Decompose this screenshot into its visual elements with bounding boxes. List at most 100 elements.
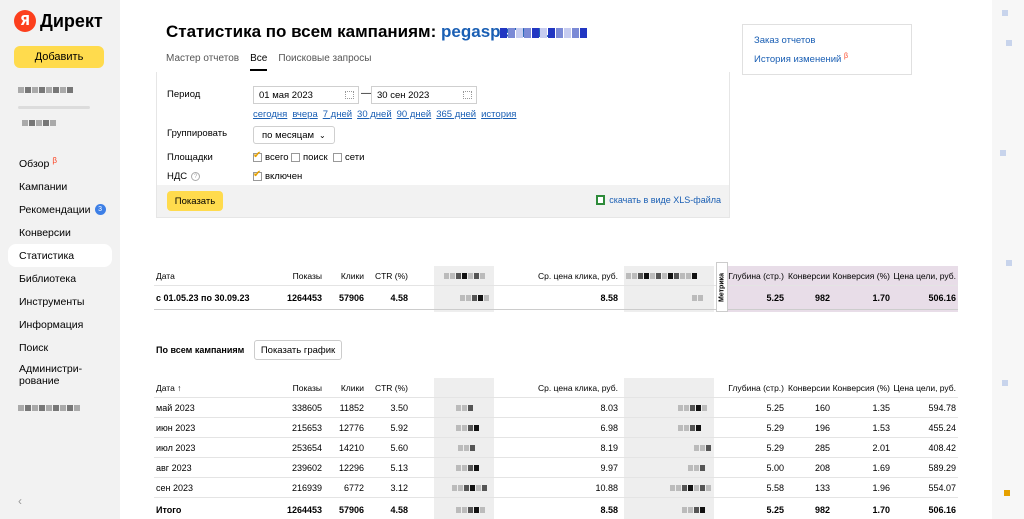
- col-shows[interactable]: Показы: [264, 378, 322, 398]
- quick-30-days[interactable]: 30 дней: [357, 109, 392, 120]
- table-row: май 2023 338605 11852 3.50 8.03 5.25 160…: [154, 398, 958, 418]
- col-depth[interactable]: Глубина (стр.): [728, 266, 784, 286]
- table-row: авг 2023 239602 12296 5.13 9.97 5.00 208…: [154, 458, 958, 478]
- cell-cpc: 8.58: [600, 505, 618, 515]
- beta-badge: β: [52, 156, 57, 165]
- sidebar-item-administration[interactable]: Админи­стри- рование: [8, 359, 112, 391]
- sidebar-item-search[interactable]: Поиск: [8, 336, 112, 359]
- calendar-icon[interactable]: [463, 91, 472, 99]
- group-select[interactable]: по месяцам ⌄: [253, 126, 335, 144]
- col-ctr[interactable]: CTR (%): [366, 378, 408, 398]
- metrika-toggle[interactable]: Метрика: [716, 262, 728, 312]
- help-icon[interactable]: ?: [191, 172, 201, 181]
- summary-row: с 01.05.23 по 30.09.23 1264453 57906 4.5…: [154, 288, 958, 310]
- order-reports-link[interactable]: Заказ отчетов: [754, 35, 900, 46]
- sidebar-item-campaigns[interactable]: Кампании: [8, 175, 112, 198]
- tab-search-queries[interactable]: Поисковые запросы: [278, 53, 371, 71]
- show-graph-button[interactable]: Показать график: [254, 340, 342, 360]
- cell-depth: 5.25: [766, 403, 784, 413]
- cell-goal-cost: 589.29: [928, 463, 956, 473]
- col-conv-rate[interactable]: Конверсия (%): [832, 266, 890, 286]
- sidebar-item-information[interactable]: Информация: [8, 313, 112, 336]
- section-title: По всем кампаниям: [156, 345, 245, 355]
- download-xls-link[interactable]: скачать в виде XLS-файла: [596, 195, 721, 205]
- col-date[interactable]: Дата: [156, 266, 175, 286]
- sidebar-item-overview[interactable]: Обзор β: [8, 152, 112, 175]
- col-cpc[interactable]: Ср. цена клика, руб.: [514, 266, 618, 286]
- logo[interactable]: Я Директ: [14, 10, 103, 32]
- tab-all[interactable]: Все: [250, 53, 268, 71]
- cell-conv-rate: 2.01: [872, 443, 890, 453]
- col-shows[interactable]: Показы: [264, 266, 322, 286]
- change-history-link[interactable]: История изменений β: [754, 53, 900, 65]
- cell-conversions: 982: [814, 505, 830, 515]
- collapse-sidebar-icon[interactable]: ‹: [18, 494, 22, 508]
- sidebar-item-tools[interactable]: Инструменты: [8, 290, 112, 313]
- rail-blur: [1000, 150, 1006, 156]
- cell-goal-cost: 554.07: [928, 483, 956, 493]
- col-depth[interactable]: Глубина (стр.): [728, 378, 784, 398]
- sidebar-item-label: Статистика: [19, 249, 75, 262]
- beta-badge: β: [844, 53, 849, 60]
- col-conversions[interactable]: Конверсии: [786, 266, 830, 286]
- quick-90-days[interactable]: 90 дней: [397, 109, 432, 120]
- sidebar-item-recommendations[interactable]: Рекомендации 3: [8, 198, 112, 221]
- col-conversions[interactable]: Конверсии: [786, 378, 830, 398]
- place-all-checkbox[interactable]: всего: [253, 150, 289, 163]
- cell-goal-cost: 455.24: [928, 423, 956, 433]
- date-from-input[interactable]: 01 мая 2023: [253, 86, 359, 104]
- cell-depth: 5.25: [766, 505, 784, 515]
- date-to-input[interactable]: 30 сен 2023: [371, 86, 477, 104]
- sidebar-item-conversions[interactable]: Конверсии: [8, 221, 112, 244]
- checkbox-checked[interactable]: [253, 150, 262, 162]
- place-all-label: всего: [265, 152, 289, 163]
- quick-history[interactable]: история: [481, 109, 516, 120]
- sidebar-item-library[interactable]: Библиотека: [8, 267, 112, 290]
- cell-conv-rate: 1.35: [872, 403, 890, 413]
- change-history-label: История изменений: [754, 54, 842, 66]
- cell-conversions: 982: [814, 293, 830, 303]
- col-ctr[interactable]: CTR (%): [366, 266, 408, 286]
- cell-ctr: 4.58: [390, 293, 408, 303]
- date-from-value: 01 мая 2023: [259, 90, 313, 101]
- calendar-icon[interactable]: [345, 91, 354, 99]
- col-conv-rate[interactable]: Конверсия (%): [832, 378, 890, 398]
- date-separator: —: [361, 88, 371, 99]
- place-search-checkbox[interactable]: поиск: [291, 152, 328, 163]
- title-blur: [500, 28, 587, 38]
- vat-checkbox[interactable]: включен: [253, 169, 302, 182]
- quick-today[interactable]: сегодня: [253, 109, 287, 120]
- checkbox-checked[interactable]: [253, 169, 262, 181]
- cell-clicks: 11852: [339, 403, 364, 413]
- cell-cpc: 8.58: [600, 293, 618, 303]
- cell-shows: 215653: [291, 423, 322, 433]
- col-cpc[interactable]: Ср. цена клика, руб.: [514, 378, 618, 398]
- summary-table: Дата Показы Клики CTR (%) Ср. цена клика…: [154, 266, 958, 312]
- sidebar-nav: Обзор β Кампании Рекомендации 3 Конверсии …: [8, 152, 112, 391]
- cell-shows: 1264453: [286, 505, 322, 515]
- add-button[interactable]: Добавить: [14, 46, 104, 68]
- checkbox[interactable]: [333, 153, 342, 162]
- cell-depth: 5.29: [766, 443, 784, 453]
- col-goal-cost[interactable]: Цена цели, руб.: [892, 378, 956, 398]
- cell-conv-rate: 1.70: [872, 505, 890, 515]
- cell-date: Итого: [156, 505, 182, 515]
- col-date-sort[interactable]: Дата ↑: [156, 378, 181, 398]
- col-clicks[interactable]: Клики: [324, 266, 364, 286]
- col-clicks[interactable]: Клики: [324, 378, 364, 398]
- cell-ctr: 3.12: [390, 483, 408, 493]
- col-goal-cost[interactable]: Цена цели, руб.: [892, 266, 956, 286]
- blurred-cell: [456, 507, 485, 513]
- tab-report-master[interactable]: Мастер отчетов: [166, 53, 239, 71]
- sidebar-item-label: Конверсии: [19, 226, 71, 239]
- cell-goal-cost: 594.78: [928, 403, 956, 413]
- quick-yesterday[interactable]: вчера: [292, 109, 317, 120]
- checkbox[interactable]: [291, 153, 300, 162]
- rail-blur: [1006, 40, 1012, 46]
- sidebar-item-statistics[interactable]: Статистика: [8, 244, 112, 267]
- place-networks-checkbox[interactable]: сети: [333, 152, 364, 163]
- quick-365-days[interactable]: 365 дней: [436, 109, 476, 120]
- quick-7-days[interactable]: 7 дней: [323, 109, 352, 120]
- show-button[interactable]: Показать: [167, 191, 223, 211]
- cell-depth: 5.25: [766, 293, 784, 303]
